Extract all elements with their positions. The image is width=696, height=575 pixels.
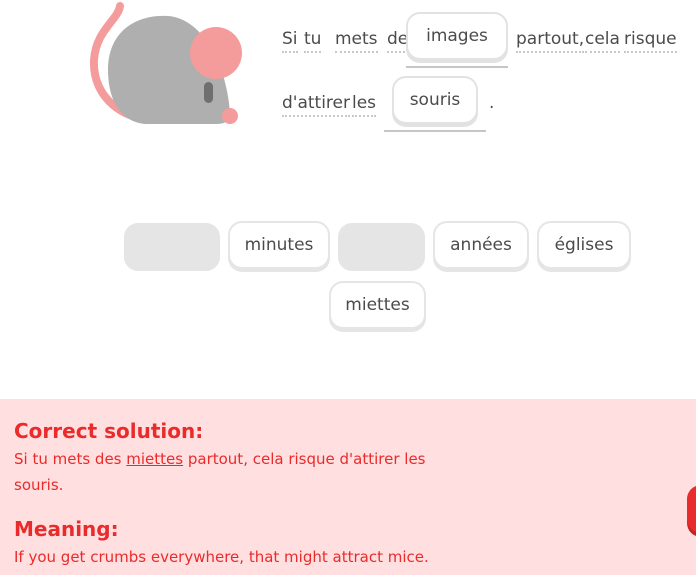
sentence-word[interactable]: d'attirer: [282, 92, 350, 117]
solution-keyword[interactable]: miettes: [126, 450, 183, 468]
continue-button[interactable]: [687, 485, 696, 533]
placed-word-tile[interactable]: images: [406, 12, 508, 60]
word-tile-eglises[interactable]: églises: [537, 221, 631, 269]
used-tile-placeholder: [124, 223, 220, 271]
meaning-heading: Meaning:: [14, 517, 119, 541]
meaning-text: If you get crumbs everywhere, that might…: [14, 548, 429, 566]
sentence-word[interactable]: risque: [624, 28, 677, 53]
word-tile-miettes[interactable]: miettes: [329, 281, 426, 329]
placed-word-tile[interactable]: souris: [392, 76, 478, 124]
sentence-word[interactable]: mets: [335, 28, 378, 53]
answer-slot-2: souris: [384, 76, 486, 132]
solution-text-start: Si tu mets des: [14, 450, 127, 468]
sentence-word[interactable]: tu: [304, 28, 322, 53]
solution-text: Si tu mets des miettes partout, cela ris…: [14, 446, 434, 498]
sentence-word[interactable]: les: [352, 92, 377, 117]
sentence-period: .: [489, 93, 495, 113]
used-tile-placeholder: [338, 223, 425, 271]
solution-heading: Correct solution:: [14, 419, 204, 443]
sentence-word[interactable]: cela: [585, 28, 620, 53]
feedback-panel: Correct solution: Si tu mets des miettes…: [0, 399, 696, 575]
sentence-word[interactable]: Si: [282, 28, 298, 53]
answer-slot-1: images: [406, 12, 508, 68]
mouse-icon: [89, 2, 242, 124]
word-tile-annees[interactable]: années: [433, 221, 529, 269]
sentence-word[interactable]: partout,: [516, 28, 585, 53]
word-tile-minutes[interactable]: minutes: [228, 221, 330, 269]
